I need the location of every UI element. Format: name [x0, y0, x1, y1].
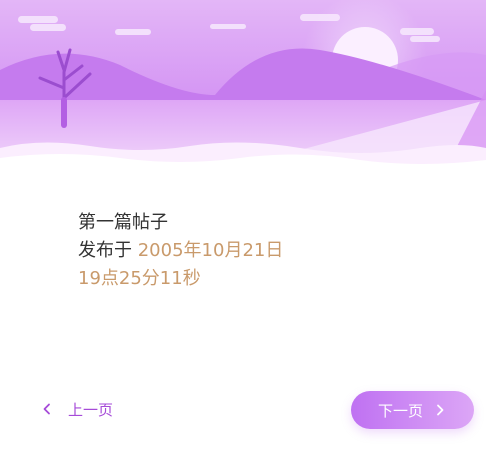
post-card: 第一篇帖子 发布于 2005年10月21日 19点25分11秒 上一页 下一页	[0, 0, 486, 453]
chevron-right-icon	[437, 404, 444, 416]
prev-page-label: 上一页	[68, 400, 114, 419]
published-time: 19点25分11秒	[78, 268, 201, 289]
post-title: 第一篇帖子	[78, 212, 168, 233]
next-page-button[interactable]: 下一页	[351, 391, 474, 429]
published-prefix: 发布于	[78, 240, 138, 261]
post-info: 第一篇帖子 发布于 2005年10月21日 19点25分11秒	[78, 209, 458, 293]
published-line: 发布于 2005年10月21日	[78, 237, 458, 265]
prev-page-button[interactable]: 上一页	[40, 394, 113, 424]
published-date: 2005年10月21日	[137, 240, 284, 261]
chevron-left-icon	[43, 403, 50, 415]
header-illustration	[0, 0, 486, 176]
next-page-label: 下一页	[377, 401, 423, 420]
